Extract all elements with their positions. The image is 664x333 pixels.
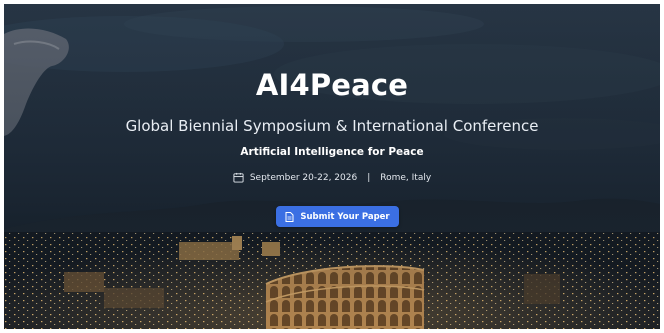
submit-paper-button[interactable]: Submit Your Paper — [276, 206, 399, 227]
submit-paper-label: Submit Your Paper — [300, 211, 390, 222]
document-icon — [285, 211, 294, 222]
hero-content: AI4Peace Global Biennial Symposium & Int… — [4, 4, 660, 329]
calendar-icon — [233, 172, 244, 183]
page-title: AI4Peace — [255, 68, 409, 102]
event-location: Rome, Italy — [380, 172, 432, 183]
event-date: September 20-22, 2026 — [249, 172, 358, 183]
event-meta: September 20-22, 2026 | Rome, Italy — [4, 172, 660, 183]
hero-section: AI4Peace Global Biennial Symposium & Int… — [4, 4, 660, 329]
hero-tagline: Artificial Intelligence for Peace — [240, 146, 424, 158]
meta-separator: | — [367, 172, 371, 183]
hero-subtitle: Global Biennial Symposium & Internationa… — [125, 117, 539, 135]
